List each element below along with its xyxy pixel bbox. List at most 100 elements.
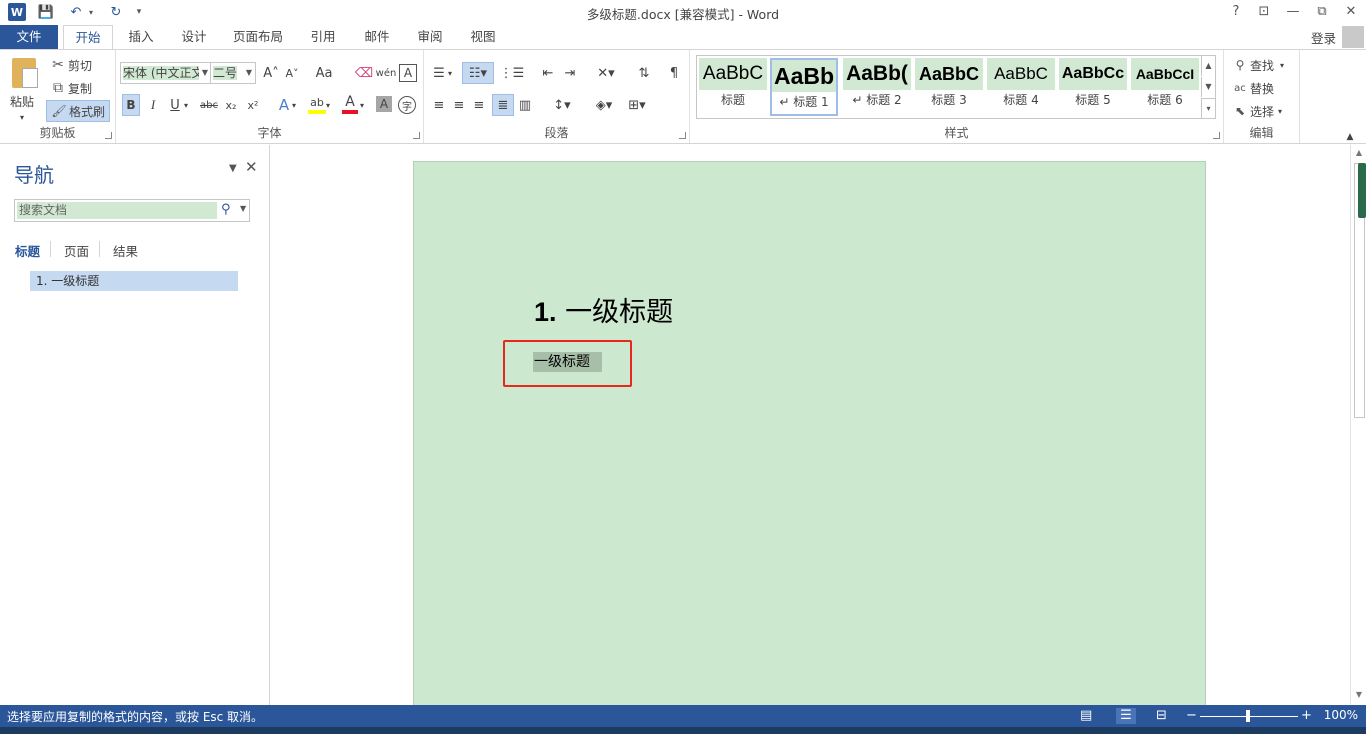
increase-indent-icon[interactable]: ⇥ — [560, 62, 580, 84]
login-link[interactable]: 登录 — [1311, 28, 1336, 47]
clipboard-launcher-icon[interactable] — [105, 132, 112, 139]
numbering-icon[interactable]: ☷▾ — [462, 62, 494, 84]
font-size-combo[interactable]: 二号 ▼ — [210, 62, 256, 84]
font-launcher-icon[interactable] — [413, 132, 420, 139]
paragraph-launcher-icon[interactable] — [679, 132, 686, 139]
style-heading-5[interactable]: AaBbCc 标题 5 — [1059, 58, 1127, 116]
highlight-icon[interactable]: ab — [308, 94, 326, 114]
read-mode-icon[interactable]: ▤ — [1080, 708, 1092, 723]
vertical-scrollbar[interactable]: ▲ ▼ — [1350, 145, 1366, 705]
style-heading-6[interactable]: AaBbCcI 标题 6 — [1131, 58, 1199, 116]
tab-home[interactable]: 开始 — [63, 25, 113, 50]
bullets-icon[interactable]: ☰ — [430, 62, 448, 84]
phonetic-guide-icon[interactable]: wén — [376, 62, 397, 84]
search-input[interactable]: 搜索文档 ⚲ ▼ — [14, 199, 250, 222]
web-layout-icon[interactable]: ⊟ — [1156, 708, 1167, 723]
align-center-icon[interactable]: ≡ — [450, 94, 468, 116]
paste-icon[interactable] — [8, 56, 40, 90]
minimize-button[interactable]: — — [1279, 2, 1307, 22]
style-sample: AaBbC — [699, 58, 767, 90]
borders-icon[interactable]: ⊞▾ — [622, 94, 652, 116]
decrease-indent-icon[interactable]: ⇤ — [538, 62, 558, 84]
heading-1-paragraph[interactable]: 1. 一级标题 — [534, 290, 673, 329]
text-effects-dropdown-icon[interactable]: ▾ — [292, 94, 302, 116]
shrink-font-icon[interactable]: A˅ — [283, 62, 301, 84]
tab-references[interactable]: 引用 — [298, 25, 348, 49]
align-right-icon[interactable]: ≡ — [470, 94, 488, 116]
style-title[interactable]: AaBbC 标题 — [699, 58, 767, 116]
enclose-characters-icon[interactable]: 字 — [398, 96, 416, 114]
help-button[interactable]: ? — [1222, 2, 1250, 22]
font-name-combo[interactable]: 宋体 (中文正文 ▼ — [120, 62, 212, 84]
restore-button[interactable]: ⧉ — [1308, 2, 1336, 22]
avatar[interactable] — [1342, 26, 1364, 48]
text-effects-icon[interactable]: A — [276, 94, 292, 116]
copy-button[interactable]: ⧉ 复制 — [50, 77, 92, 99]
show-marks-icon[interactable]: ¶ — [664, 62, 684, 84]
italic-button[interactable]: I — [144, 94, 162, 116]
font-color-dropdown-icon[interactable]: ▾ — [360, 94, 370, 116]
cut-button[interactable]: ✂ 剪切 — [50, 54, 92, 76]
justify-icon[interactable]: ≣ — [492, 94, 514, 116]
character-shading-icon[interactable]: A — [376, 96, 392, 112]
nav-tab-results[interactable]: 结果 — [113, 241, 138, 260]
zoom-in-button[interactable]: + — [1301, 708, 1312, 723]
scroll-up-icon[interactable]: ▲ — [1353, 148, 1365, 160]
clear-formatting-icon[interactable]: ⌫ — [354, 62, 374, 84]
tab-insert[interactable]: 插入 — [118, 25, 164, 49]
superscript-button[interactable]: x² — [244, 94, 262, 116]
ribbon-display-options-button[interactable]: ⊡ — [1250, 2, 1278, 22]
select-button[interactable]: ⬉ 选择 ▾ — [1232, 100, 1282, 122]
highlight-dropdown-icon[interactable]: ▾ — [326, 94, 336, 116]
search-dropdown-icon[interactable]: ▼ — [240, 204, 246, 213]
replace-button[interactable]: ac 替换 — [1232, 77, 1274, 99]
close-button[interactable]: ✕ — [1337, 2, 1365, 22]
style-heading-3[interactable]: AaBbC 标题 3 — [915, 58, 983, 116]
distributed-icon[interactable]: ▥ — [516, 94, 534, 116]
document-page[interactable]: 1. 一级标题 一级标题 — [413, 161, 1206, 721]
zoom-level[interactable]: 100% — [1324, 708, 1358, 722]
find-button[interactable]: ⚲ 查找 ▾ — [1232, 54, 1284, 76]
gallery-scroll-down-icon[interactable]: ▼ — [1201, 77, 1215, 97]
chinese-layout-icon[interactable]: ✕▾ — [592, 62, 620, 84]
nav-tab-headings[interactable]: 标题 — [15, 241, 40, 260]
tab-design[interactable]: 设计 — [170, 25, 218, 49]
strikethrough-button[interactable]: abc — [198, 94, 220, 116]
style-heading-1[interactable]: AaBb ↵ 标题 1 — [770, 58, 838, 116]
search-icon[interactable]: ⚲ — [221, 202, 231, 217]
scroll-down-icon[interactable]: ▼ — [1353, 690, 1365, 702]
line-spacing-icon[interactable]: ↕▾ — [548, 94, 576, 116]
zoom-slider-thumb[interactable] — [1246, 710, 1250, 722]
underline-dropdown-icon[interactable]: ▾ — [184, 94, 194, 116]
nav-close-icon[interactable]: ✕ — [245, 158, 258, 176]
tab-mailings[interactable]: 邮件 — [352, 25, 402, 49]
align-left-icon[interactable]: ≡ — [430, 94, 448, 116]
style-heading-4[interactable]: AaBbC 标题 4 — [987, 58, 1055, 116]
print-layout-icon[interactable]: ☰ — [1116, 708, 1136, 724]
nav-tab-pages[interactable]: 页面 — [64, 241, 89, 260]
font-color-icon[interactable]: A — [342, 94, 358, 114]
format-painter-button[interactable]: 🖌 格式刷 — [46, 100, 110, 122]
multilevel-list-icon[interactable]: ⋮☰ — [498, 62, 526, 84]
tab-file[interactable]: 文件 — [0, 25, 58, 49]
font-size-dropdown-icon[interactable]: ▼ — [243, 63, 255, 83]
tab-review[interactable]: 审阅 — [405, 25, 455, 49]
shading-icon[interactable]: ◈▾ — [590, 94, 618, 116]
gallery-scroll-up-icon[interactable]: ▲ — [1201, 56, 1215, 76]
tab-view[interactable]: 视图 — [458, 25, 508, 49]
grow-font-icon[interactable]: A˄ — [262, 62, 280, 84]
nav-options-icon[interactable]: ▼ — [229, 163, 237, 174]
character-border-icon[interactable]: A — [399, 64, 417, 82]
gallery-more-icon[interactable]: ▾ — [1201, 98, 1215, 118]
bold-button[interactable]: B — [122, 94, 140, 116]
change-case-icon[interactable]: Aa — [310, 62, 338, 84]
zoom-out-button[interactable]: − — [1186, 708, 1197, 723]
style-heading-2[interactable]: AaBb( ↵ 标题 2 — [843, 58, 911, 116]
nav-heading-item[interactable]: 1. 一级标题 — [30, 271, 238, 291]
tab-layout[interactable]: 页面布局 — [226, 25, 290, 49]
underline-button[interactable]: U — [166, 94, 184, 116]
bullets-dropdown-icon[interactable]: ▾ — [448, 62, 458, 84]
subscript-button[interactable]: x₂ — [222, 94, 240, 116]
styles-launcher-icon[interactable] — [1213, 132, 1220, 139]
sort-icon[interactable]: ⇅ — [634, 62, 654, 84]
